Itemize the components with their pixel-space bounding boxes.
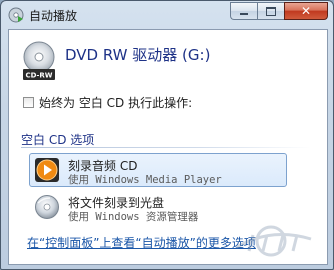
option-subtitle: 使用 Windows 资源管理器: [68, 211, 199, 223]
option-burn-audio-cd[interactable]: 刻录音频 CD 使用 Windows Media Player: [29, 153, 287, 187]
minimize-icon: [240, 13, 248, 15]
section-divider: [21, 147, 311, 148]
always-do-this-row[interactable]: 始终为 空白 CD 执行此操作:: [23, 94, 192, 111]
cd-rw-label: CD-RW: [25, 72, 52, 80]
dialog-content: CD-RW DVD RW 驱动器 (G:) 始终为 空白 CD 执行此操作: 空…: [8, 29, 328, 265]
title-bar[interactable]: 自动播放 ✕: [1, 1, 333, 29]
minimize-button[interactable]: [230, 2, 257, 20]
autoplay-icon: [8, 7, 24, 23]
control-panel-link-text[interactable]: 在“控制面板”上查看“自动播放”的更多选项: [27, 236, 256, 250]
autoplay-window: 自动播放 ✕ CD-RW DVD RW 驱动器 (G:) 始终为 空白 CD 执…: [0, 0, 334, 270]
always-do-this-label[interactable]: 始终为 空白 CD 执行此操作:: [39, 94, 192, 111]
control-panel-link[interactable]: 在“控制面板”上查看“自动播放”的更多选项: [27, 234, 256, 251]
disc-burn-icon: [35, 195, 59, 219]
cd-rw-drive-icon: CD-RW: [23, 41, 55, 80]
media-player-icon: [35, 158, 59, 182]
option-subtitle: 使用 Windows Media Player: [68, 174, 222, 186]
maximize-icon: [266, 6, 276, 16]
close-icon: ✕: [300, 4, 312, 18]
close-button[interactable]: ✕: [284, 2, 328, 20]
always-do-this-checkbox[interactable]: [23, 97, 34, 108]
section-header: 空白 CD 选项: [21, 133, 95, 147]
maximize-button[interactable]: [257, 2, 284, 20]
caption-buttons: ✕: [230, 2, 328, 21]
option-burn-files[interactable]: 将文件刻录到光盘 使用 Windows 资源管理器: [29, 190, 287, 224]
window-title: 自动播放: [29, 9, 78, 23]
drive-title: DVD RW 驱动器 (G:): [65, 46, 211, 64]
